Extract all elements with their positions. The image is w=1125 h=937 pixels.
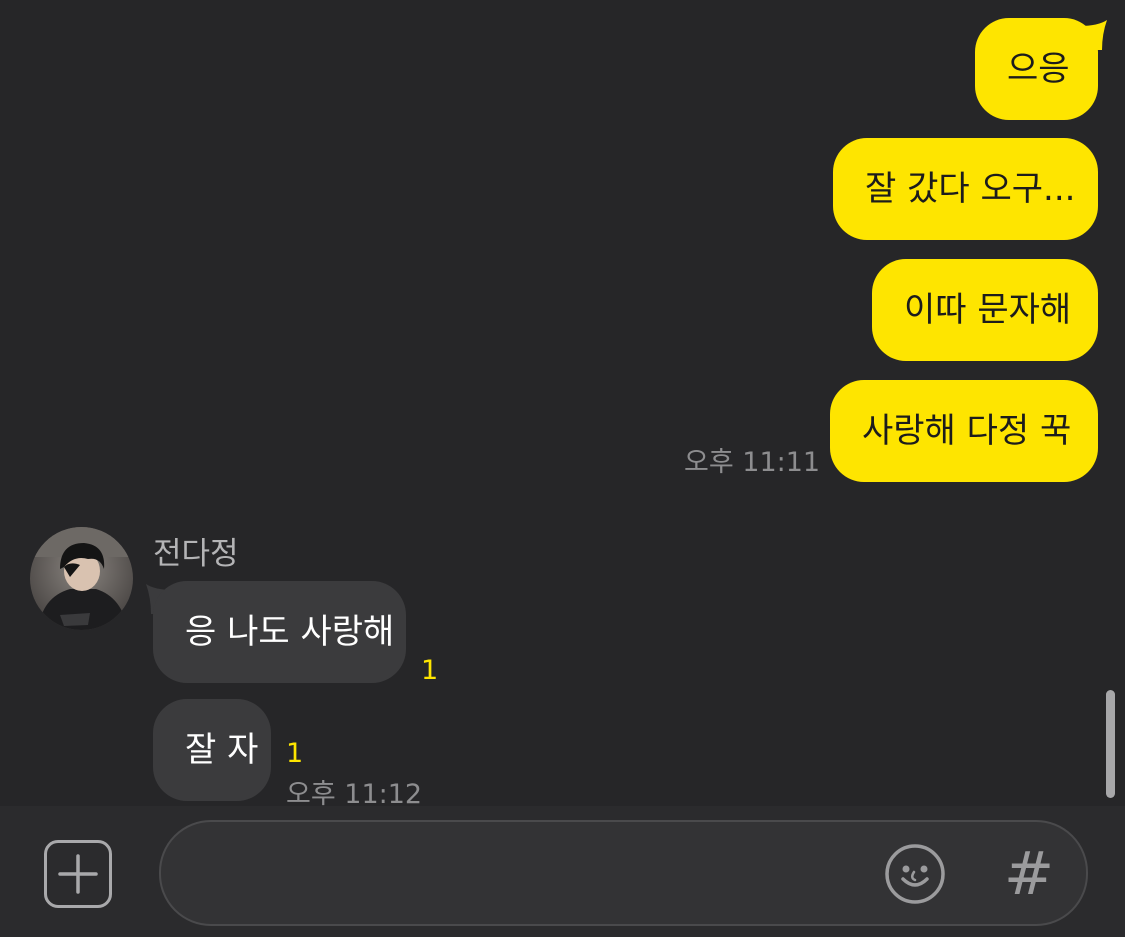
message-list[interactable]: 으응 잘 갔다 오구... 이따 문자해 사랑해 다정 꾹 오후 11:11 전…	[0, 0, 1125, 810]
chat-screen: 으응 잘 갔다 오구... 이따 문자해 사랑해 다정 꾹 오후 11:11 전…	[0, 0, 1125, 937]
outgoing-message[interactable]: 이따 문자해	[872, 259, 1098, 361]
incoming-message[interactable]: 잘 자	[153, 699, 271, 801]
incoming-message[interactable]: 응 나도 사랑해	[153, 581, 406, 683]
outgoing-message[interactable]: 으응	[975, 18, 1098, 120]
outgoing-message[interactable]: 잘 갔다 오구...	[833, 138, 1098, 240]
outgoing-message[interactable]: 사랑해 다정 꾹	[830, 380, 1098, 482]
outgoing-timestamp: 오후 11:11	[684, 447, 821, 478]
sender-name: 전다정	[153, 536, 239, 572]
smiley-icon	[885, 844, 945, 904]
sender-avatar[interactable]	[30, 527, 133, 630]
hashtag-search-button[interactable]: #	[999, 840, 1059, 908]
attach-button[interactable]	[44, 840, 112, 908]
emoji-button[interactable]	[883, 842, 947, 906]
message-composer: #	[0, 806, 1125, 937]
message-field[interactable]: #	[159, 820, 1088, 926]
message-input[interactable]	[201, 842, 865, 906]
scrollbar-thumb[interactable]	[1106, 690, 1115, 798]
user-photo-avatar-icon	[30, 527, 133, 630]
unread-count: 1	[286, 738, 304, 769]
unread-count: 1	[421, 655, 439, 686]
plus-square-icon	[58, 854, 98, 894]
